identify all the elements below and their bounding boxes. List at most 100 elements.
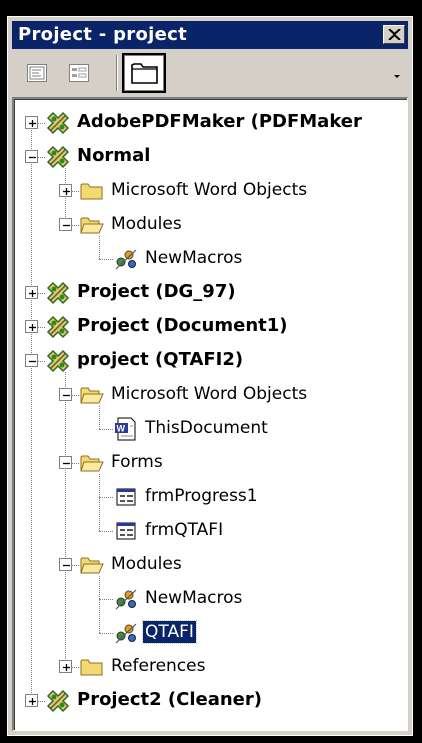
collapse-toggle[interactable] [25, 150, 38, 163]
tree-node-label[interactable]: project (QTAFI2) [75, 349, 245, 371]
tree-node-label[interactable]: Microsoft Word Objects [109, 179, 309, 201]
tree-node-label[interactable]: Project (Document1) [75, 315, 290, 337]
title-bar[interactable]: Project - project [12, 21, 408, 49]
project-icon [45, 314, 71, 340]
plus-icon [29, 324, 36, 331]
project-icon [45, 280, 71, 306]
word-doc-icon: W [113, 416, 139, 442]
tree-content: AdobePDFMaker (PDFMaker Normal Microsoft W… [14, 99, 407, 730]
tree-node[interactable]: W ThisDocument [15, 412, 407, 446]
tree-node[interactable]: Project (DG_97) [15, 276, 407, 310]
collapse-toggle[interactable] [59, 558, 72, 571]
dropdown-arrow-icon[interactable] [392, 71, 402, 81]
project-icon [45, 348, 71, 374]
tree-node[interactable]: project (QTAFI2) [15, 344, 407, 378]
tree-connector-line [99, 633, 113, 634]
tree-node[interactable]: Project (Document1) [15, 310, 407, 344]
collapse-toggle[interactable] [59, 218, 72, 231]
tree-node[interactable]: References [15, 650, 407, 684]
tree-node[interactable]: Modules [15, 208, 407, 242]
tree-node-label[interactable]: AdobePDFMaker (PDFMaker [75, 111, 364, 133]
plus-icon [63, 664, 70, 671]
expand-toggle[interactable] [59, 660, 72, 673]
tree-node-label[interactable]: frmProgress1 [143, 485, 260, 507]
tree-node-label[interactable]: NewMacros [143, 587, 244, 609]
tree-node[interactable]: frmProgress1 [15, 480, 407, 514]
tree-node-label[interactable]: Normal [75, 145, 152, 167]
tree-connector-line [99, 497, 113, 498]
collapse-toggle[interactable] [59, 388, 72, 401]
close-x-icon [388, 29, 401, 40]
tree-node[interactable]: Normal [15, 140, 407, 174]
tree-node-label[interactable]: NewMacros [143, 247, 244, 269]
tree-node-label[interactable]: Forms [109, 451, 165, 473]
plus-icon [29, 290, 36, 297]
tree-node[interactable]: Forms [15, 446, 407, 480]
plus-icon [29, 698, 36, 705]
minus-icon [63, 394, 70, 397]
tree-node[interactable]: frmQTAFI [15, 514, 407, 548]
toggle-folders-button[interactable] [122, 53, 166, 93]
svg-text:W: W [117, 424, 126, 434]
window-frame: Project - project AdobePDFMaker (PDFMake… [0, 0, 422, 743]
collapse-toggle[interactable] [25, 354, 38, 367]
view-code-icon [27, 64, 47, 82]
folder-icon [131, 63, 158, 84]
folder-open-icon [79, 382, 105, 408]
tree-node[interactable]: Project2 (Cleaner) [15, 684, 407, 718]
tree-connector-line [99, 531, 113, 532]
tree-node[interactable]: QTAFI [15, 616, 407, 650]
tree-node-label[interactable]: ThisDocument [143, 417, 270, 439]
form-icon [113, 518, 139, 544]
toolbar [12, 51, 408, 95]
project-explorer-panel: Project - project AdobePDFMaker (PDFMake… [7, 16, 413, 736]
tree-node[interactable]: Microsoft Word Objects [15, 378, 407, 412]
minus-icon [63, 564, 70, 567]
folder-icon [79, 178, 105, 204]
view-code-button[interactable] [22, 59, 52, 87]
tree-node[interactable]: AdobePDFMaker (PDFMaker [15, 106, 407, 140]
tree-node-label[interactable]: Project2 (Cleaner) [75, 689, 264, 711]
tree-node-label[interactable]: Modules [109, 213, 184, 235]
expand-toggle[interactable] [25, 320, 38, 333]
plus-icon [63, 188, 70, 195]
tree-node-label[interactable]: References [109, 655, 207, 677]
module-icon [113, 586, 139, 612]
tree-connector-line [99, 259, 113, 260]
tree-node-label[interactable]: frmQTAFI [143, 519, 225, 541]
folder-open-icon [79, 212, 105, 238]
minus-icon [63, 462, 70, 465]
expand-toggle[interactable] [25, 116, 38, 129]
tree-node-label[interactable]: QTAFI [142, 620, 197, 644]
expand-toggle[interactable] [59, 184, 72, 197]
module-icon [113, 620, 139, 646]
expand-toggle[interactable] [25, 286, 38, 299]
collapse-toggle[interactable] [59, 456, 72, 469]
tree-node[interactable]: NewMacros [15, 582, 407, 616]
tree-node[interactable]: NewMacros [15, 242, 407, 276]
minus-icon [29, 360, 36, 363]
view-object-icon [69, 64, 89, 82]
close-button[interactable] [383, 25, 405, 44]
folder-icon [79, 654, 105, 680]
tree-node-label[interactable]: Project (DG_97) [75, 281, 238, 303]
folder-open-icon [79, 552, 105, 578]
tree-node-label[interactable]: Modules [109, 553, 184, 575]
minus-icon [63, 224, 70, 227]
tree-connector-line [99, 599, 113, 600]
plus-icon [29, 120, 36, 127]
project-tree[interactable]: AdobePDFMaker (PDFMaker Normal Microsoft W… [12, 97, 408, 731]
tree-node[interactable]: Modules [15, 548, 407, 582]
project-icon [45, 688, 71, 714]
expand-toggle[interactable] [25, 694, 38, 707]
project-icon [45, 144, 71, 170]
minus-icon [29, 156, 36, 159]
tree-connector-line [99, 429, 113, 430]
tree-node-label[interactable]: Microsoft Word Objects [109, 383, 309, 405]
view-object-button[interactable] [64, 59, 94, 87]
module-icon [113, 246, 139, 272]
form-icon [113, 484, 139, 510]
tree-node[interactable]: Microsoft Word Objects [15, 174, 407, 208]
folder-open-icon [79, 450, 105, 476]
toolbar-separator [116, 55, 118, 91]
